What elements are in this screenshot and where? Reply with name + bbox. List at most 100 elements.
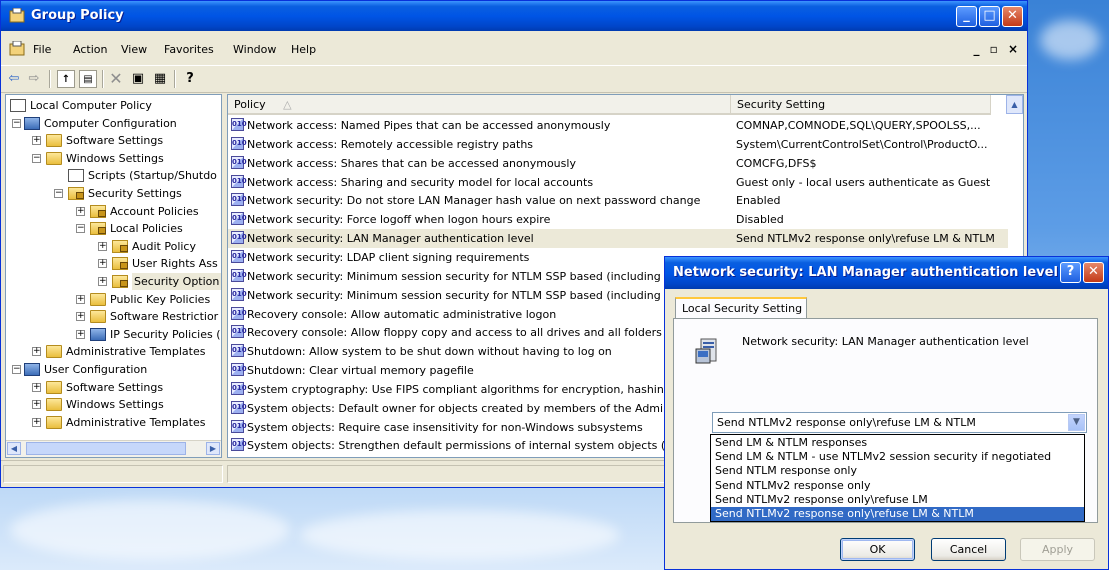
tree-node[interactable]: + Audit Policy — [6, 238, 221, 255]
dropdown-option[interactable]: Send NTLMv2 response only — [711, 479, 1084, 493]
collapse-icon[interactable]: − — [12, 118, 21, 128]
forward-arrow-icon[interactable]: ⇨ — [25, 70, 43, 88]
table-row[interactable]: 010 Network access: Named Pipes that can … — [228, 116, 1008, 135]
policy-setting-icon: 010 — [231, 268, 247, 282]
tree-node[interactable]: + Administrative Templates — [6, 343, 221, 360]
dialog-close-button[interactable]: ✕ — [1083, 262, 1104, 283]
tree-node[interactable]: Scripts (Startup/Shutdo — [6, 167, 221, 184]
table-row[interactable]: 010 Network access: Remotely accessible r… — [228, 135, 1008, 154]
expand-icon[interactable]: + — [98, 277, 107, 286]
column-header-setting[interactable]: Security Setting — [731, 95, 991, 115]
expand-icon[interactable]: + — [32, 417, 41, 427]
tree-node[interactable]: + IP Security Policies ( — [6, 326, 221, 343]
tree-node[interactable]: − Local Policies — [6, 220, 221, 237]
ok-button[interactable]: OK — [840, 538, 915, 561]
table-row[interactable]: 010 Network security: Do not store LAN Ma… — [228, 191, 1008, 210]
dialog-description: Network security: LAN Manager authentica… — [742, 335, 1029, 348]
tree-pane[interactable]: Local Computer Policy − Computer Configura… — [5, 94, 222, 458]
dialog-title-bar[interactable]: Network security: LAN Manager authentica… — [665, 257, 1108, 289]
expand-icon[interactable]: + — [76, 294, 85, 304]
policy-setting-icon: 010 — [231, 193, 247, 207]
tree-node[interactable]: + Software Restrictior — [6, 308, 221, 325]
tree-node[interactable]: − Security Settings — [6, 185, 221, 202]
back-arrow-icon[interactable]: ⇦ — [5, 70, 23, 88]
apply-button[interactable]: Apply — [1020, 538, 1095, 561]
dropdown-option[interactable]: Send NTLMv2 response only\refuse LM — [711, 493, 1084, 507]
tree-node[interactable]: + Account Policies — [6, 203, 221, 220]
expand-icon[interactable]: + — [32, 400, 41, 410]
export-list-icon[interactable]: ▦ — [151, 70, 169, 88]
expand-icon[interactable]: + — [76, 206, 85, 216]
scroll-right-button[interactable]: ▶ — [206, 442, 220, 455]
tree-horizontal-scrollbar[interactable]: ◀ ▶ — [6, 440, 221, 457]
expand-icon[interactable]: + — [76, 329, 85, 339]
auth-level-dropdown-list[interactable]: Send LM & NTLM responses Send LM & NTLM -… — [710, 434, 1085, 522]
expand-icon[interactable]: + — [32, 347, 41, 357]
tree-node[interactable]: + Administrative Templates — [6, 414, 221, 431]
minimize-button[interactable]: _ — [956, 6, 977, 27]
menu-file[interactable]: File — [33, 43, 51, 56]
dropdown-option[interactable]: Send LM & NTLM responses — [711, 436, 1084, 450]
maximize-button[interactable]: □ — [979, 6, 1000, 27]
close-button[interactable]: ✕ — [1002, 6, 1023, 27]
folder-icon — [90, 310, 106, 324]
menu-view[interactable]: View — [121, 43, 147, 56]
tree-node[interactable]: + Public Key Policies — [6, 291, 221, 308]
chevron-down-icon[interactable]: ▼ — [1068, 414, 1085, 431]
tree-node[interactable]: + Windows Settings — [6, 396, 221, 413]
menu-action[interactable]: Action — [73, 43, 107, 56]
folder-icon — [90, 292, 106, 306]
tree-node[interactable]: − Computer Configuration — [6, 115, 221, 132]
tree-node[interactable]: + Software Settings — [6, 132, 221, 149]
tab-local-security-setting[interactable]: Local Security Setting — [675, 297, 807, 319]
dropdown-option[interactable]: Send NTLMv2 response only\refuse LM & NT… — [711, 507, 1084, 521]
title-bar[interactable]: Group Policy _ □ ✕ — [1, 1, 1027, 31]
expand-icon[interactable]: + — [32, 136, 41, 146]
scroll-left-button[interactable]: ◀ — [7, 442, 21, 455]
mdi-child-controls[interactable]: _ ▫ × — [973, 42, 1021, 56]
tree-node[interactable]: + User Rights Ass — [6, 255, 221, 272]
tree-node-label: Scripts (Startup/Shutdo — [88, 169, 217, 183]
dropdown-option[interactable]: Send LM & NTLM - use NTLMv2 session secu… — [711, 450, 1084, 464]
tree-node[interactable]: − Windows Settings — [6, 150, 221, 167]
group-policy-app-icon — [9, 8, 25, 23]
scroll-thumb[interactable] — [26, 442, 186, 455]
auth-level-combo[interactable]: Send NTLMv2 response only\refuse LM & NT… — [712, 412, 1087, 433]
up-folder-icon[interactable]: ↑ — [57, 70, 75, 88]
delete-icon[interactable]: ✕ — [107, 70, 125, 88]
menu-help[interactable]: Help — [291, 43, 316, 56]
show-hide-tree-icon[interactable]: ▤ — [79, 70, 97, 88]
tree-node[interactable]: + Security Option — [6, 273, 221, 290]
expand-icon[interactable]: + — [76, 312, 85, 322]
table-row[interactable]: 010 Network access: Shares that can be ac… — [228, 154, 1008, 173]
table-row[interactable]: 010 Network security: Force logoff when l… — [228, 210, 1008, 229]
scroll-up-button[interactable]: ▲ — [1006, 95, 1023, 114]
policy-name: Network security: LAN Manager authentica… — [247, 232, 534, 246]
lock-folder-icon — [90, 222, 106, 236]
toolbar: ⇦ ⇨ ↑ ▤ ✕ ▣ ▦ ? — [1, 65, 1027, 93]
help-button[interactable]: ? — [1060, 262, 1081, 283]
collapse-icon[interactable]: − — [54, 189, 63, 198]
table-row[interactable]: 010 Network access: Sharing and security … — [228, 173, 1008, 192]
tree-node[interactable]: − User Configuration — [6, 361, 221, 378]
dropdown-option[interactable]: Send NTLM response only — [711, 464, 1084, 478]
expand-icon[interactable]: + — [32, 382, 41, 392]
table-row[interactable]: 010 Network security: LAN Manager authent… — [228, 229, 1008, 249]
policy-name: Network access: Remotely accessible regi… — [247, 137, 534, 151]
help-icon[interactable]: ? — [181, 70, 199, 88]
user-icon — [24, 363, 40, 376]
menu-favorites[interactable]: Favorites — [164, 43, 214, 56]
policy-name: Network security: LDAP client signing re… — [247, 250, 530, 264]
expand-icon[interactable]: + — [98, 241, 107, 251]
column-header-policy[interactable]: Policy △ — [228, 95, 731, 115]
properties-icon[interactable]: ▣ — [129, 70, 147, 88]
expand-icon[interactable]: + — [98, 259, 107, 269]
tree-node[interactable]: Local Computer Policy — [6, 97, 221, 114]
collapse-icon[interactable]: − — [76, 224, 85, 234]
menu-window[interactable]: Window — [233, 43, 276, 56]
collapse-icon[interactable]: − — [32, 153, 41, 163]
tree-node[interactable]: + Software Settings — [6, 379, 221, 396]
computer-icon — [24, 116, 40, 130]
collapse-icon[interactable]: − — [12, 365, 21, 374]
cancel-button[interactable]: Cancel — [931, 538, 1006, 561]
